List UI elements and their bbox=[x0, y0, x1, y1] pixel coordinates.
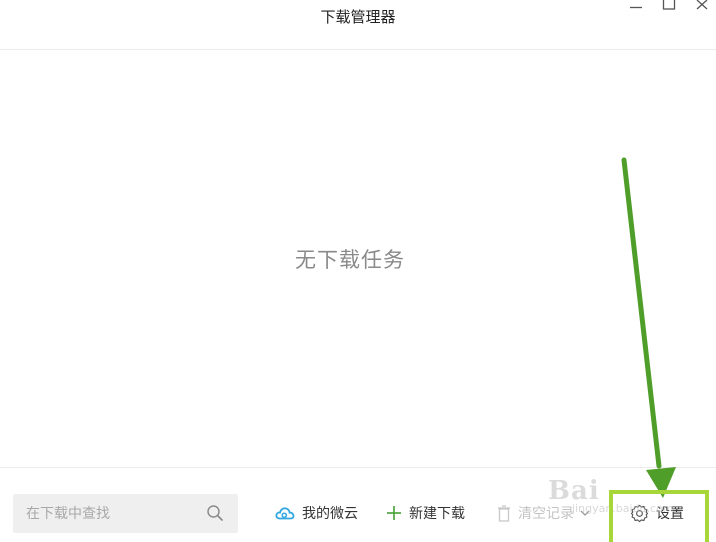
cloud-icon bbox=[275, 505, 295, 521]
new-download-label: 新建下载 bbox=[409, 506, 465, 522]
gear-icon bbox=[630, 504, 649, 523]
annotation-arrow-shaft bbox=[621, 157, 662, 469]
my-cloud-button[interactable]: 我的微云 bbox=[275, 502, 358, 524]
title-bar: 下载管理器 bbox=[0, 0, 716, 50]
close-icon bbox=[696, 0, 708, 10]
maximize-button[interactable] bbox=[657, 0, 681, 14]
search-input[interactable] bbox=[13, 494, 198, 533]
chevron-down-icon[interactable] bbox=[580, 510, 590, 516]
my-cloud-label: 我的微云 bbox=[302, 506, 358, 522]
new-download-button[interactable]: 新建下载 bbox=[386, 502, 465, 524]
bottom-toolbar: 我的微云 新建下载 清空记录 bbox=[0, 467, 716, 542]
trash-icon bbox=[497, 504, 511, 522]
empty-state-message: 无下载任务 bbox=[295, 248, 405, 272]
settings-button[interactable]: 设置 bbox=[630, 502, 684, 524]
close-button[interactable] bbox=[690, 0, 714, 14]
search-box bbox=[13, 494, 238, 533]
window-title: 下载管理器 bbox=[320, 8, 396, 26]
minimize-icon bbox=[630, 6, 642, 9]
minimize-button[interactable] bbox=[624, 0, 648, 14]
download-manager-window: 下载管理器 无下载任务 在下载中查找 我的微云 新建下载 清空记录 设置 Bai… bbox=[0, 0, 716, 542]
clear-records-button[interactable]: 清空记录 bbox=[497, 502, 590, 524]
search-icon[interactable] bbox=[206, 504, 224, 522]
clear-records-label: 清空记录 bbox=[518, 506, 574, 522]
maximize-icon bbox=[662, 0, 676, 10]
plus-icon bbox=[386, 505, 402, 521]
settings-label: 设置 bbox=[656, 506, 684, 522]
